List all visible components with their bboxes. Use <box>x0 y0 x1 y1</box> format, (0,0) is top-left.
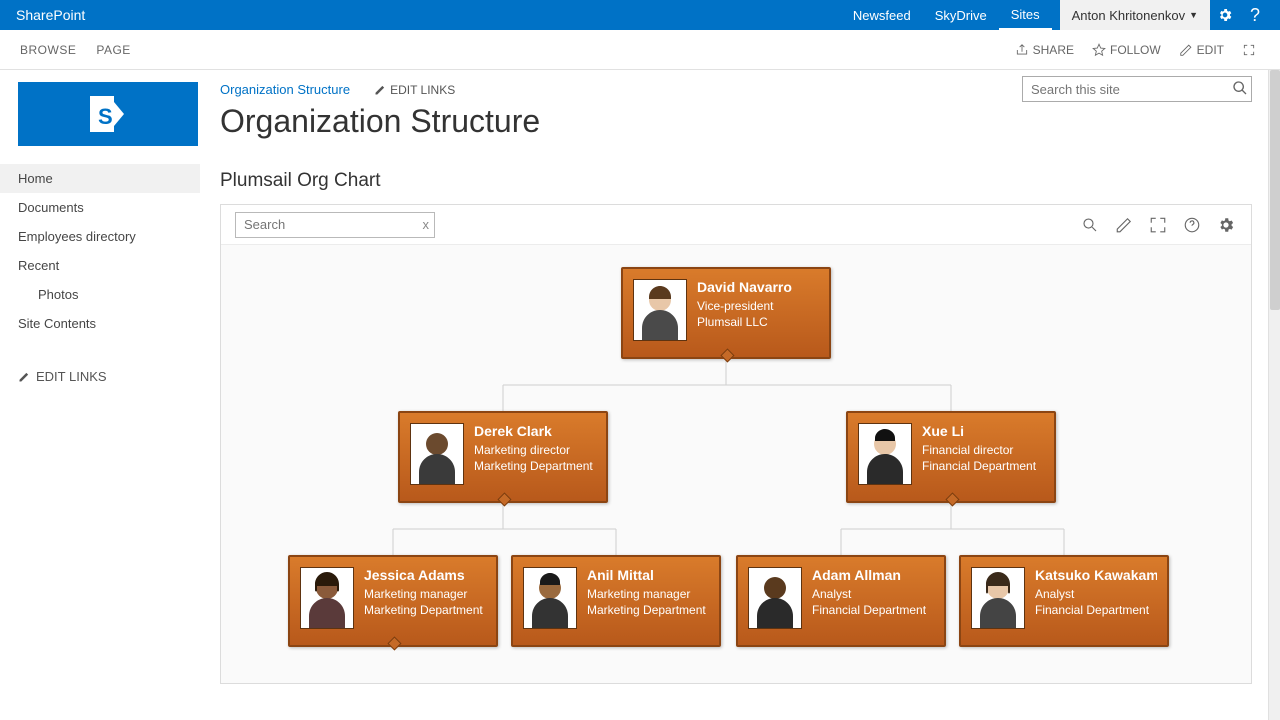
node-role: Financial director <box>922 443 1036 457</box>
nav-recent[interactable]: Recent <box>0 251 200 280</box>
orgchart-tool-icons <box>1079 214 1237 236</box>
nav-documents[interactable]: Documents <box>0 193 200 222</box>
node-name: Jessica Adams <box>364 567 483 583</box>
nav-home[interactable]: Home <box>0 164 200 193</box>
quick-launch: Home Documents Employees directory Recen… <box>0 164 200 391</box>
orgchart-search-input[interactable] <box>235 212 435 238</box>
share-button[interactable]: SHARE <box>1015 43 1074 57</box>
org-node-l3a[interactable]: Jessica Adams Marketing manager Marketin… <box>288 555 498 647</box>
ribbon: BROWSE PAGE SHARE FOLLOW EDIT <box>0 30 1280 70</box>
suite-bar: SharePoint Newsfeed SkyDrive Sites Anton… <box>0 0 1280 30</box>
ribbon-tab-browse[interactable]: BROWSE <box>20 43 76 57</box>
node-dept: Marketing Department <box>474 459 593 473</box>
node-role: Marketing manager <box>364 587 483 601</box>
avatar <box>971 567 1025 629</box>
expand-icon[interactable] <box>1147 214 1169 236</box>
suite-link-skydrive[interactable]: SkyDrive <box>923 0 999 30</box>
nav-employees-directory[interactable]: Employees directory <box>0 222 200 251</box>
orgchart-toolbar: x <box>221 205 1251 245</box>
left-column: S Home Documents Employees directory Rec… <box>0 70 200 720</box>
node-dept: Plumsail LLC <box>697 315 792 329</box>
node-name: Adam Allman <box>812 567 926 583</box>
vertical-scrollbar[interactable] <box>1268 70 1280 720</box>
svg-text:S: S <box>98 104 113 129</box>
zoom-icon[interactable] <box>1079 214 1101 236</box>
node-role: Analyst <box>1035 587 1157 601</box>
fullscreen-icon[interactable] <box>1242 43 1260 57</box>
pencil-icon <box>18 371 30 383</box>
avatar <box>748 567 802 629</box>
user-name: Anton Khritonenkov <box>1072 8 1185 23</box>
node-role: Marketing manager <box>587 587 706 601</box>
scrollbar-thumb[interactable] <box>1270 70 1280 310</box>
node-dept: Financial Department <box>1035 603 1157 617</box>
orgchart-search-clear[interactable]: x <box>423 217 430 232</box>
node-name: Xue Li <box>922 423 1036 439</box>
user-menu[interactable]: Anton Khritonenkov ▼ <box>1060 0 1210 30</box>
content-area: Organization Structure EDIT LINKS Organi… <box>200 70 1280 720</box>
node-role: Vice-president <box>697 299 792 313</box>
org-node-l3b[interactable]: Anil Mittal Marketing manager Marketing … <box>511 555 721 647</box>
webpart-title: Plumsail Org Chart <box>220 170 1252 192</box>
suite-link-newsfeed[interactable]: Newsfeed <box>841 0 923 30</box>
org-node-l3c[interactable]: Adam Allman Analyst Financial Department <box>736 555 946 647</box>
edit-icon[interactable] <box>1113 214 1135 236</box>
site-logo[interactable]: S <box>18 82 198 146</box>
node-role: Marketing director <box>474 443 593 457</box>
orgchart-search: x <box>235 212 435 238</box>
avatar <box>858 423 912 485</box>
avatar <box>300 567 354 629</box>
help-icon[interactable] <box>1181 214 1203 236</box>
node-role: Analyst <box>812 587 926 601</box>
org-node-l2a[interactable]: Derek Clark Marketing director Marketing… <box>398 411 608 503</box>
nav-photos[interactable]: Photos <box>0 280 200 309</box>
node-dept: Marketing Department <box>364 603 483 617</box>
top-edit-links[interactable]: EDIT LINKS <box>374 83 455 97</box>
search-icon <box>1232 80 1248 96</box>
main-layout: S Home Documents Employees directory Rec… <box>0 70 1280 720</box>
org-node-l2b[interactable]: Xue Li Financial director Financial Depa… <box>846 411 1056 503</box>
brand-label: SharePoint <box>10 7 91 23</box>
node-dept: Financial Department <box>922 459 1036 473</box>
page-title: Organization Structure <box>220 103 1252 140</box>
caret-down-icon: ▼ <box>1189 10 1198 20</box>
node-dept: Financial Department <box>812 603 926 617</box>
node-name: David Navarro <box>697 279 792 295</box>
settings-icon[interactable] <box>1210 0 1240 30</box>
node-name: Derek Clark <box>474 423 593 439</box>
nav-edit-links[interactable]: EDIT LINKS <box>0 362 200 391</box>
follow-button[interactable]: FOLLOW <box>1092 43 1161 57</box>
node-dept: Marketing Department <box>587 603 706 617</box>
orgchart-canvas[interactable]: David Navarro Vice-president Plumsail LL… <box>221 245 1251 683</box>
site-search-input[interactable] <box>1022 76 1252 102</box>
pencil-icon <box>374 84 386 96</box>
breadcrumb-link[interactable]: Organization Structure <box>220 82 350 97</box>
orgchart-container: x <box>220 204 1252 684</box>
avatar <box>410 423 464 485</box>
site-search <box>1022 76 1252 102</box>
org-node-root[interactable]: David Navarro Vice-president Plumsail LL… <box>621 267 831 359</box>
gear-icon[interactable] <box>1215 214 1237 236</box>
avatar <box>633 279 687 341</box>
node-name: Anil Mittal <box>587 567 706 583</box>
avatar <box>523 567 577 629</box>
edit-page-button[interactable]: EDIT <box>1179 43 1224 57</box>
org-node-l3d[interactable]: Katsuko Kawakami Analyst Financial Depar… <box>959 555 1169 647</box>
nav-site-contents[interactable]: Site Contents <box>0 309 200 338</box>
suite-link-sites[interactable]: Sites <box>999 0 1052 30</box>
site-search-button[interactable] <box>1232 80 1248 99</box>
node-name: Katsuko Kawakami <box>1035 567 1157 583</box>
ribbon-tab-page[interactable]: PAGE <box>96 43 130 57</box>
help-icon[interactable]: ? <box>1240 0 1270 30</box>
